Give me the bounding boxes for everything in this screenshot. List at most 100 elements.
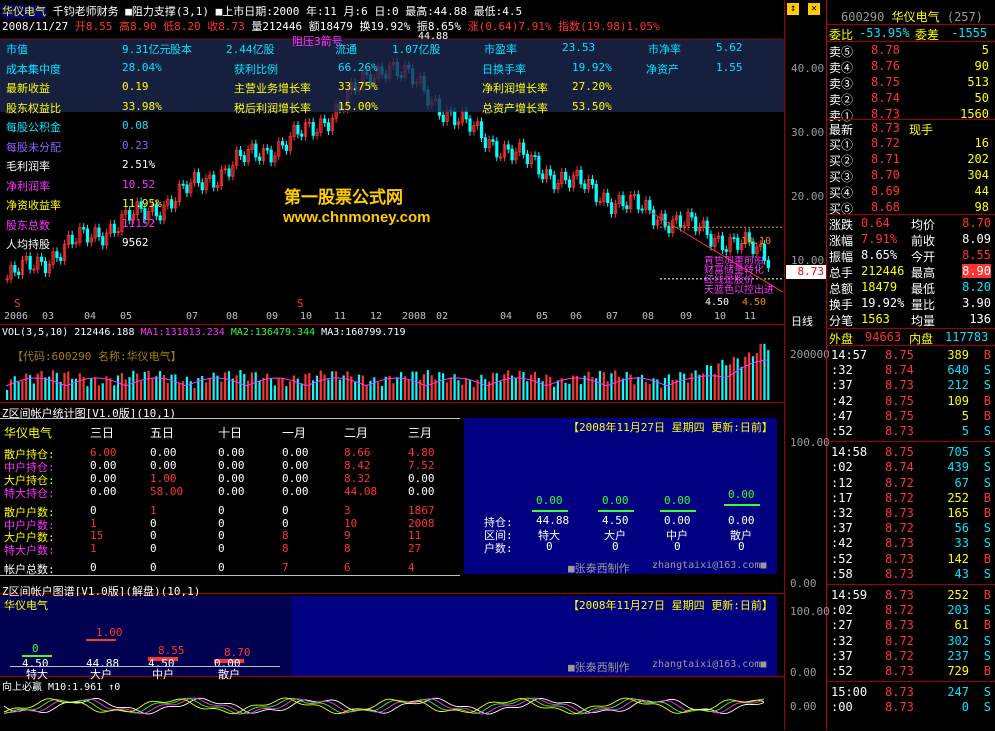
stat-v2-4: 8.20 [962, 280, 991, 294]
vol-bar [526, 381, 529, 400]
vol-bar [403, 376, 406, 400]
xtick-4: 07 [186, 311, 199, 322]
stat-bar-line-0 [532, 510, 568, 512]
stat-l2-0: 均价 [911, 218, 936, 232]
vol-ma3: MA3:160799.719 [321, 327, 406, 338]
vol-bar [621, 378, 625, 400]
vol-bar [224, 372, 227, 400]
oscillator-chart[interactable] [0, 688, 783, 728]
vol-bar [430, 375, 433, 400]
tick-vol-12: 33 [954, 536, 969, 551]
xtick-0: 2006 [4, 311, 29, 322]
vol-bar [250, 372, 253, 400]
tick-time-18: :32 [831, 633, 853, 648]
tick-price-5: 8.73 [885, 424, 914, 438]
vol-bar [648, 384, 651, 400]
vol-bar [564, 382, 567, 400]
close-icon[interactable]: ✕ [808, 3, 820, 15]
stat-cell-5-5: 2008 [408, 516, 435, 530]
vol-bar [93, 377, 97, 400]
stat-cell-1-1: 0.00 [150, 458, 177, 472]
vol-bar [510, 375, 514, 400]
stat-cell-4-4: 3 [344, 503, 351, 517]
finance-label-0-5: 市净率 [648, 43, 681, 56]
stat-cell-3-4: 44.08 [344, 484, 378, 498]
watermark-url: www.chnmoney.com [283, 209, 431, 226]
stat-v2-3: 8.90 [962, 264, 991, 278]
vol-bar [392, 383, 395, 400]
tick-price-18: 8.72 [885, 633, 914, 648]
period-label[interactable]: 日线 [791, 313, 813, 329]
vol-bar [671, 379, 674, 400]
vol-bar [480, 374, 483, 400]
finance-value-7: 10.52 [122, 177, 156, 191]
kline-candle [724, 249, 728, 252]
xtick-3: 05 [120, 311, 133, 322]
map-bars: 0 4.50 特大 1.00 44.88 大户 8.55 4.50 中户 8.70 0.00 散户 [0, 596, 300, 681]
header-finance[interactable]: 千钧老师财务 [53, 5, 119, 18]
stat-cell-2-3: 0.00 [282, 471, 309, 485]
quote-name: 华仪电气 [891, 10, 940, 24]
stat-l2-3: 最高 [911, 266, 936, 280]
stat-cell-5-4: 10 [344, 516, 358, 530]
stat-count-1: 0 [612, 540, 619, 553]
header-stock-name: 华仪电气 [2, 5, 46, 18]
tick-dir-4: B [983, 408, 991, 423]
vol-bar [17, 381, 20, 400]
bid-label-0: 买① [829, 138, 854, 152]
vol-bar [101, 383, 104, 400]
header-low2: 低8.20 [163, 20, 201, 33]
ask-label-2: 卖③ [829, 77, 854, 91]
tick-price-6: 8.75 [885, 445, 914, 460]
tick-vol-16: 203 [947, 603, 969, 618]
vol-bar [380, 385, 384, 400]
vol-bar [97, 385, 100, 400]
tick-time-20: :52 [831, 664, 853, 678]
tick-price-7: 8.74 [885, 460, 914, 475]
stat-cell-1-5: 7.52 [408, 458, 435, 472]
vol-bar [71, 378, 74, 400]
header-line-1: 华仪电气 千钧老师财务 ■阻力支撑(3,1) ■上市日期:2000 年:11 月… [2, 3, 782, 18]
tick-dir-14: S [983, 566, 991, 581]
vol-bar [86, 386, 89, 400]
stat-ytick-bot: 0.00 [790, 577, 817, 590]
volume-chart[interactable] [0, 340, 783, 402]
scroll-up-icon[interactable]: ↕ [787, 3, 799, 15]
kline-yaxis: 40.00 30.00 20.00 10.00 日线 [785, 33, 825, 328]
stat-bar-top-3: 0.00 [728, 488, 755, 501]
vol-bar [231, 378, 234, 400]
stat-cell-3-3: 0.00 [282, 484, 309, 498]
finance-label-0: 市值 [6, 43, 28, 56]
tick-time-13: :52 [831, 551, 853, 566]
stat-cell-4-3: 0 [282, 503, 289, 517]
vol-bar [185, 376, 188, 400]
vol-bar [663, 378, 667, 400]
tick-list[interactable]: 14:57 8.75 389 B:32 8.74 640 S:37 8.73 212 S:42 8.… [827, 345, 995, 731]
stat-cell-6-3: 8 [282, 529, 289, 543]
stat-cell-5-0: 1 [90, 516, 97, 530]
ask-label-0: 卖⑤ [829, 45, 854, 59]
tick-dir-13: B [983, 551, 991, 566]
xtick-14: 06 [570, 311, 583, 322]
vol-bar [767, 350, 770, 400]
finance-value-0-3: 1.07亿股 [392, 43, 441, 56]
stat-cell-0-5: 4.80 [408, 446, 435, 459]
finance-value-1: 28.04% [122, 60, 162, 74]
map-credit: ■张泰西制作 [568, 661, 630, 674]
chart-notes: 青色加重前阻 财富储量转化 红线是股价 天蓝色以控出进 [704, 256, 786, 296]
finance-value-6: 2.51% [122, 158, 156, 171]
vol-bar [109, 378, 112, 400]
xtick-7: 10 [300, 311, 313, 322]
xtick-5: 08 [226, 311, 239, 322]
vol-bar [166, 382, 169, 400]
xtick-15: 07 [606, 311, 619, 322]
header-turnover: 换19.92% [359, 20, 411, 33]
tick-time-22: :00 [831, 700, 853, 715]
xtick-10: 2008 [402, 311, 427, 322]
header-indicator[interactable]: ■阻力支撑(3,1) [125, 5, 209, 18]
tick-vol-6: 705 [947, 445, 969, 460]
map-email: zhangtaixi@163.com■ [652, 659, 767, 670]
finance-value-2-3: 27.20% [572, 80, 612, 93]
vol-bar [323, 374, 326, 400]
vol-bar [763, 343, 766, 400]
